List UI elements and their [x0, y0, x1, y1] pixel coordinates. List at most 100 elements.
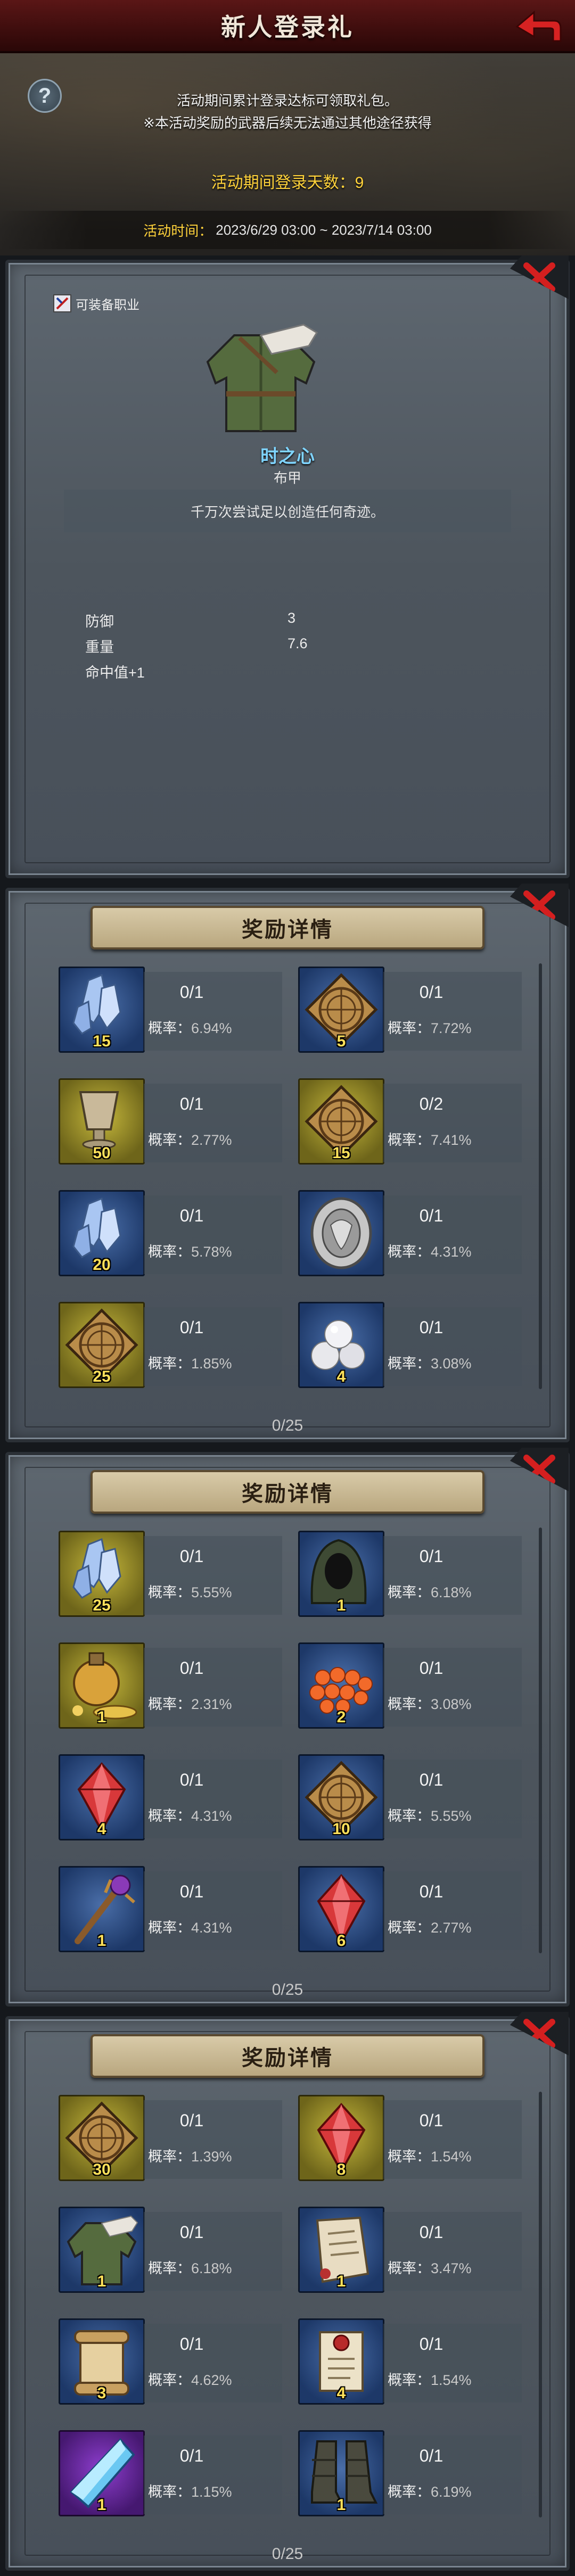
- reward-probability: 概率：5.78%: [148, 1240, 232, 1261]
- probability-label: 概率：: [388, 2484, 431, 2500]
- probability-label: 概率：: [388, 1132, 431, 1148]
- stat-weight-value: 7.6: [288, 635, 308, 651]
- reward-item[interactable]: 4 0/1 概率：4.31%: [59, 1751, 282, 1846]
- reward-claim-count: 0/1: [419, 1318, 443, 1337]
- probability-label: 概率：: [388, 2260, 431, 2276]
- probability-value: 1.54%: [431, 2372, 472, 2388]
- reward-item[interactable]: 4 0/1 概率：1.54%: [298, 2315, 522, 2410]
- reward-probability: 概率：1.39%: [148, 2145, 232, 2166]
- reward-item[interactable]: 30 0/1 概率：1.39%: [59, 2092, 282, 2186]
- reward-item[interactable]: 25 0/1 概率：1.85%: [59, 1299, 282, 1393]
- reward-item[interactable]: 20 0/1 概率：5.78%: [59, 1187, 282, 1282]
- probability-label: 概率：: [388, 1920, 431, 1936]
- probability-value: 5.55%: [191, 1584, 232, 1600]
- probability-value: 6.94%: [191, 1020, 232, 1036]
- reward-info: 0/1 概率：1.15%: [144, 2435, 282, 2514]
- reward-item[interactable]: 25 0/1 概率：5.55%: [59, 1528, 282, 1622]
- reward-probability: 概率：2.77%: [148, 1128, 232, 1149]
- probability-label: 概率：: [388, 2149, 431, 2165]
- scrollbar[interactable]: [539, 2092, 542, 2517]
- reward-info: 0/1 概率：6.18%: [144, 2212, 282, 2291]
- sealed-scroll-icon: 4: [298, 2318, 384, 2405]
- item-detail-panel: 可装备职业 时之心 布甲 千万次尝试足以创造任何奇迹。 防御 3 重量 7.6 …: [0, 255, 575, 884]
- red-gem-icon: 6: [298, 1866, 384, 1952]
- reward-item[interactable]: 15 0/2 概率：7.41%: [298, 1075, 522, 1170]
- staff-icon: 1: [59, 1866, 145, 1952]
- reward-header: 奖励详情: [91, 1470, 484, 1514]
- rune-tile-icon: 5: [298, 967, 384, 1053]
- probability-label: 概率：: [148, 1808, 191, 1824]
- back-button[interactable]: [513, 6, 564, 47]
- reward-claim-count: 0/1: [179, 1094, 204, 1113]
- reward-item[interactable]: 0/1 概率：4.31%: [298, 1187, 522, 1282]
- reward-header-title: 奖励详情: [242, 918, 333, 942]
- reward-info: 0/1 概率：6.18%: [383, 1536, 522, 1615]
- stat-hit-bonus: 命中值+1: [85, 665, 145, 681]
- reward-item[interactable]: 8 0/1 概率：1.54%: [298, 2092, 522, 2186]
- goblet-icon: 50: [59, 1078, 145, 1165]
- probability-value: 4.31%: [191, 1920, 232, 1936]
- reward-probability: 概率：6.18%: [148, 2257, 232, 2277]
- reward-item[interactable]: 3 0/1 概率：4.62%: [59, 2315, 282, 2410]
- reward-quantity: 5: [336, 1033, 346, 1050]
- scrollbar[interactable]: [539, 1528, 542, 1953]
- reward-item[interactable]: 1 0/1 概率：3.47%: [298, 2203, 522, 2298]
- reward-item[interactable]: 1 0/1 概率：2.31%: [59, 1639, 282, 1734]
- reward-quantity: 15: [332, 1144, 350, 1162]
- probability-value: 5.55%: [431, 1808, 472, 1824]
- probability-value: 2.77%: [191, 1132, 232, 1148]
- blue-crystal-icon: 1: [59, 2430, 145, 2516]
- reward-item[interactable]: 1 0/1 概率：6.18%: [59, 2203, 282, 2298]
- reward-item[interactable]: 4 0/1 概率：3.08%: [298, 1299, 522, 1393]
- reward-claim-count: 0/1: [179, 2223, 204, 2242]
- reward-item[interactable]: 1 0/1 概率：6.19%: [298, 2427, 522, 2522]
- reward-item[interactable]: 1 0/1 概率：4.31%: [59, 1863, 282, 1958]
- reward-item[interactable]: 15 0/1 概率：6.94%: [59, 963, 282, 1058]
- reward-probability: 概率：2.77%: [388, 1916, 472, 1937]
- reward-probability: 概率：4.31%: [388, 1240, 472, 1261]
- reward-header-title: 奖励详情: [242, 2046, 333, 2070]
- probability-value: 4.31%: [191, 1808, 232, 1824]
- probability-label: 概率：: [388, 1356, 431, 1372]
- reward-item[interactable]: 1 0/1 概率：1.15%: [59, 2427, 282, 2522]
- reward-quantity: 25: [93, 1597, 111, 1614]
- reward-claim-count: 0/1: [179, 2334, 204, 2354]
- reward-quantity: 2: [336, 1708, 346, 1726]
- reward-claim-count: 0/1: [179, 1318, 204, 1337]
- reward-claim-count: 0/1: [179, 2446, 204, 2465]
- event-banner: 新人登录礼 ? 活动期间累计登录达标可领取礼包。 ※本活动奖励的武器后续无法通过…: [0, 0, 575, 255]
- probability-value: 6.18%: [431, 1584, 472, 1600]
- probability-value: 5.78%: [191, 1244, 232, 1260]
- reward-quantity: 25: [93, 1368, 111, 1385]
- reward-probability: 概率：4.31%: [148, 1916, 232, 1937]
- login-days-value: 9: [355, 174, 364, 192]
- reward-probability: 概率：6.19%: [388, 2480, 472, 2501]
- reward-item[interactable]: 1 0/1 概率：6.18%: [298, 1528, 522, 1622]
- reward-item[interactable]: 5 0/1 概率：7.72%: [298, 963, 522, 1058]
- probability-value: 4.62%: [191, 2372, 232, 2388]
- reward-item[interactable]: 2 0/1 概率：3.08%: [298, 1639, 522, 1734]
- reward-claim-count: 0/1: [179, 1770, 204, 1789]
- reward-item[interactable]: 50 0/1 概率：2.77%: [59, 1075, 282, 1170]
- activity-time-value: 2023/6/29 03:00 ~ 2023/7/14 03:00: [216, 221, 432, 238]
- reward-item[interactable]: 6 0/1 概率：2.77%: [298, 1863, 522, 1958]
- reward-panel-3: 奖励详情 30 0/1 概率：1.39% 8 0/1 概率：1.54% 1 0/1 概率：6.18…: [0, 2012, 575, 2576]
- page-title: 新人登录礼: [221, 13, 354, 41]
- reward-item[interactable]: 10 0/1 概率：5.55%: [298, 1751, 522, 1846]
- reward-probability: 概率：6.18%: [388, 1581, 472, 1601]
- scrollbar[interactable]: [539, 963, 542, 1389]
- reward-info: 0/1 概率：5.55%: [383, 1760, 522, 1838]
- probability-value: 3.08%: [431, 1356, 472, 1372]
- reward-probability: 概率：6.94%: [148, 1017, 232, 1037]
- probability-value: 1.15%: [191, 2484, 232, 2500]
- equip-class-tag[interactable]: 可装备职业: [53, 293, 139, 314]
- probability-value: 1.39%: [191, 2149, 232, 2165]
- rune-tile-icon: 30: [59, 2095, 145, 2181]
- probability-label: 概率：: [148, 1132, 191, 1148]
- silver-shield-icon: [298, 1190, 384, 1276]
- reward-info: 0/1 概率：4.31%: [144, 1871, 282, 1950]
- hood-icon: 1: [298, 1531, 384, 1617]
- reward-quantity: 4: [336, 1368, 346, 1385]
- reward-info: 0/1 概率：1.85%: [144, 1307, 282, 1386]
- reward-probability: 概率：3.08%: [388, 1352, 472, 1373]
